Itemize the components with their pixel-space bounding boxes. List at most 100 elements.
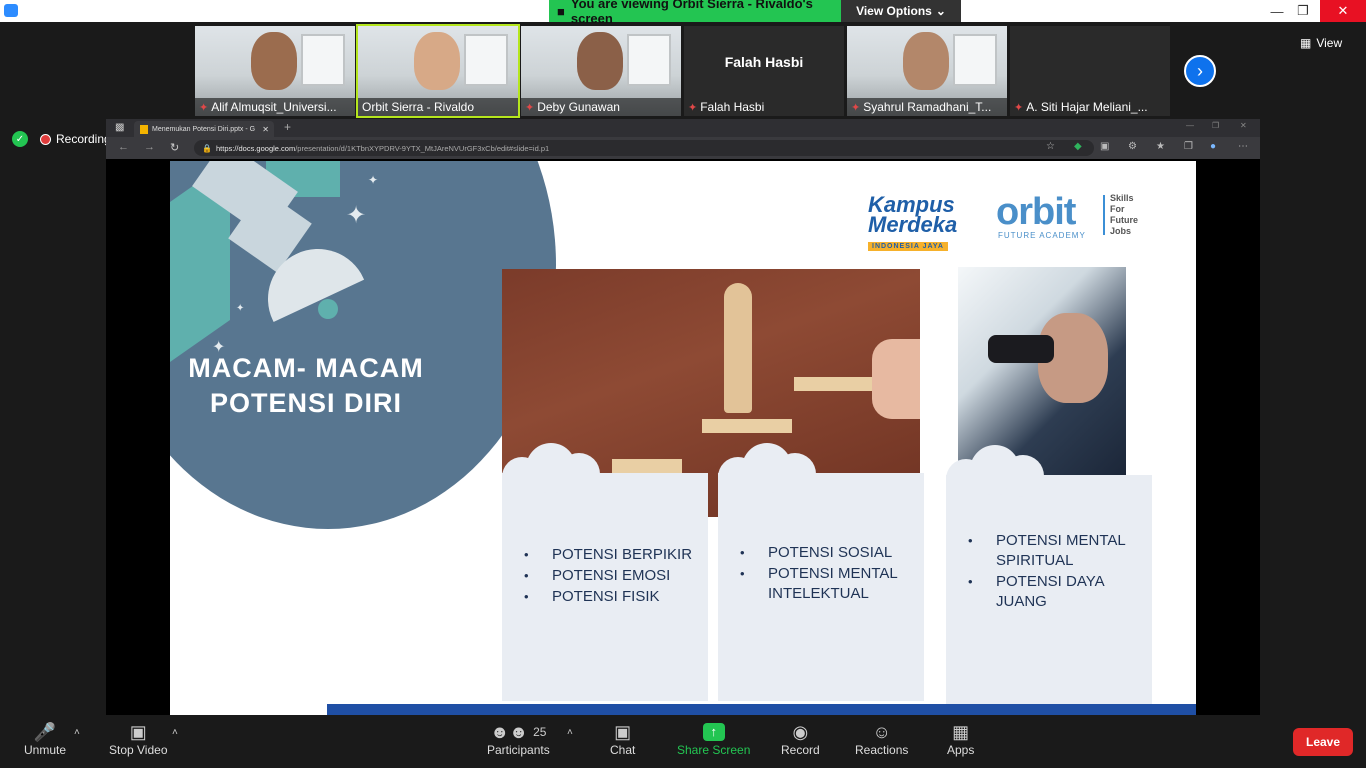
record-icon: ◉ [792, 722, 809, 742]
potensi-list: POTENSI SOSIAL POTENSI MENTAL INTELEKTUA… [740, 543, 924, 605]
participant-name: Orbit Sierra - Rivaldo [362, 100, 475, 114]
participant-name: Alif Almuqsit_Universi... [211, 100, 337, 114]
chat-label: Chat [610, 743, 636, 757]
background-window [464, 34, 508, 86]
background-window [301, 34, 345, 86]
collections-icon[interactable]: ❐ [1184, 141, 1193, 152]
unmute-label: Unmute [24, 743, 67, 757]
more-menu-icon[interactable]: ⋯ [1238, 141, 1248, 152]
background-window [627, 34, 671, 86]
share-arrow-icon: ↑ [702, 723, 725, 741]
leave-button[interactable]: Leave [1293, 728, 1353, 756]
participant-name-label: ✦ Deby Gunawan [521, 98, 681, 116]
share-screen-label: Share Screen [677, 743, 751, 757]
minimize-icon[interactable]: — [1186, 121, 1194, 130]
unmute-button[interactable]: 🎤 Unmute [24, 721, 66, 757]
encryption-shield-icon[interactable]: ✓ [12, 131, 28, 147]
participant-video-tile[interactable]: Falah Hasbi ✦ Falah Hasbi [684, 26, 844, 116]
smiley-icon: ☺ [872, 722, 891, 742]
participant-video-tile[interactable]: Orbit Sierra - Rivaldo [356, 24, 520, 118]
bookmark-star-icon[interactable]: ☆ [1046, 141, 1055, 152]
participant-video-tile[interactable]: ✦ Alif Almuqsit_Universi... [195, 26, 355, 116]
reload-icon[interactable]: ↻ [170, 141, 179, 154]
potensi-card: POTENSI MENTAL SPIRITUAL POTENSI DAYA JU… [946, 445, 1152, 705]
participant-name-label: ✦ Falah Hasbi [684, 98, 844, 116]
stop-video-label: Stop Video [109, 743, 168, 757]
favorites-icon[interactable]: ★ [1156, 141, 1165, 152]
record-dot-icon [40, 133, 51, 145]
participants-button[interactable]: ☻☻ 25 Participants [487, 721, 550, 757]
sparkle-icon: ✦ [368, 173, 379, 187]
share-screen-button[interactable]: ↑ Share Screen [677, 721, 750, 757]
presentation-slide: ✦ ✦ ✦ ✦ MACAM- MACAM POTENSI DIRI Kampus… [170, 161, 1196, 715]
lock-icon: 🔒 [202, 143, 212, 153]
close-window-button[interactable]: ✕ [1320, 0, 1366, 22]
potensi-card: POTENSI SOSIAL POTENSI MENTAL INTELEKTUA… [718, 443, 924, 701]
participant-video-tile[interactable]: ✦ Deby Gunawan [521, 26, 681, 116]
new-tab-icon[interactable]: + [284, 120, 291, 134]
participant-name-label: Orbit Sierra - Rivaldo [358, 98, 518, 116]
next-page-button[interactable]: › [1184, 55, 1216, 87]
close-icon: ✕ [1337, 3, 1349, 18]
recording-label: Recording [56, 132, 111, 146]
mic-muted-icon: ✦ [1014, 101, 1024, 114]
extension-icon[interactable]: ▣ [1100, 141, 1109, 152]
binocular-man-image [958, 267, 1126, 477]
restore-icon[interactable]: ❐ [1212, 121, 1219, 130]
settings-icon[interactable]: ⚙ [1128, 141, 1137, 152]
participant-name: Syahrul Ramadhani_T... [863, 100, 992, 114]
apps-label: Apps [947, 743, 975, 757]
viewing-banner-text: You are viewing Orbit Sierra - Rivaldo's… [570, 0, 813, 26]
apps-button[interactable]: ▦ Apps [947, 721, 974, 757]
chat-button[interactable]: ▣ Chat [610, 721, 635, 757]
record-button[interactable]: ◉ Record [781, 721, 820, 757]
sidebar-toggle-icon[interactable]: ▩ [115, 122, 124, 133]
participants-icon: ☻☻ 25 [490, 722, 547, 742]
participant-face [251, 32, 297, 90]
participant-video-tile[interactable]: ✦ Syahrul Ramadhani_T... [847, 26, 1007, 116]
shield-icon: ■ [557, 3, 565, 19]
video-camera-icon: ▣ [129, 722, 147, 742]
orbit-academy-logo: orbit FUTURE ACADEMY Skills For Future J… [996, 191, 1138, 240]
potensi-list: POTENSI MENTAL SPIRITUAL POTENSI DAYA JU… [968, 531, 1152, 613]
view-layout-button[interactable]: ▦ View [1300, 33, 1360, 53]
mic-muted-icon: ✦ [525, 101, 535, 114]
extension-icon[interactable]: ◆ [1074, 141, 1082, 152]
participant-face [577, 32, 623, 90]
participants-count: 25 [533, 725, 547, 739]
url-input[interactable]: 🔒 https://docs.google.com/presentation/d… [194, 140, 1094, 156]
list-item: POTENSI EMOSI [524, 566, 692, 586]
participant-name-label: ✦ Syahrul Ramadhani_T... [847, 98, 1007, 116]
slide-title-line: MACAM- MACAM [188, 353, 424, 383]
participants-caret-icon[interactable]: ˄ [567, 727, 573, 738]
browser-tab[interactable]: Menemukan Potensi Diri.pptx - G ✕ [134, 121, 274, 137]
background-window [953, 34, 997, 86]
mic-muted-icon: ✦ [688, 101, 698, 114]
close-icon[interactable]: ✕ [1240, 121, 1247, 130]
back-icon[interactable]: ← [118, 141, 129, 153]
participant-video-tile[interactable]: ✦ A. Siti Hajar Meliani_... [1010, 26, 1170, 116]
url-path: /presentation/d/1KTbnXYPDRV-9YTX_MtJAreN… [295, 143, 550, 153]
reactions-button[interactable]: ☺ Reactions [855, 721, 908, 757]
participant-name: Deby Gunawan [537, 100, 620, 114]
forward-icon[interactable]: → [144, 141, 155, 153]
chat-bubble-icon: ▣ [614, 722, 632, 742]
chevron-down-icon: ⌄ [935, 4, 946, 18]
audio-options-caret-icon[interactable]: ˄ [74, 727, 80, 738]
stop-video-button[interactable]: ▣ Stop Video [109, 721, 168, 757]
wooden-figure [724, 283, 752, 413]
url-domain: https://docs.google.com [216, 143, 296, 153]
profile-avatar-icon[interactable]: ● [1210, 141, 1216, 152]
list-item: POTENSI MENTAL INTELEKTUAL [740, 564, 924, 604]
reactions-label: Reactions [855, 743, 909, 757]
record-label: Record [781, 743, 820, 757]
participant-center-name: Falah Hasbi [724, 54, 804, 70]
close-tab-icon[interactable]: ✕ [262, 125, 269, 134]
grid-icon: ▦ [1300, 36, 1312, 50]
participants-label: Participants [487, 743, 550, 757]
participant-face [903, 32, 949, 90]
view-options-button[interactable]: View Options ⌄ [841, 0, 961, 22]
list-item: POTENSI FISIK [524, 587, 692, 607]
video-options-caret-icon[interactable]: ˄ [172, 727, 178, 738]
recording-indicator[interactable]: Recording [40, 130, 111, 148]
